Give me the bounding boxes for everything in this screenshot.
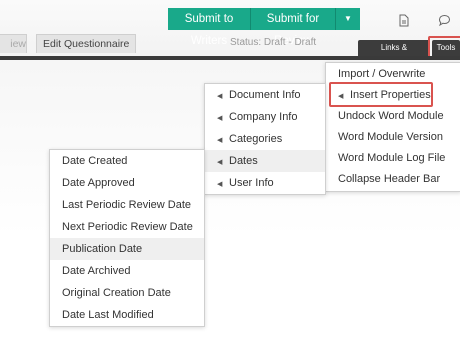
caret-left-icon: ◀ [217,181,223,188]
submit-dropdown-button[interactable]: ▼ [336,8,360,30]
comment-icon[interactable] [438,14,451,30]
properties-submenu: ◀ Document Info ◀ Company Info ◀ Categories… [204,83,326,195]
menu-item-date-approved[interactable]: Date Approved [50,172,204,194]
tab-edit-questionnaire[interactable]: Edit Questionnaire [36,34,137,53]
menu-item-date-created[interactable]: Date Created [50,150,204,172]
menu-item-word-module-log-file[interactable]: Word Module Log File [326,147,460,169]
file-icon[interactable] [398,14,410,30]
caret-left-icon: ◀ [217,93,223,100]
submit-for-review-button[interactable]: Submit for Review [251,8,336,47]
tab-view[interactable]: iew [0,34,27,53]
menu-item-user-info[interactable]: ◀ User Info [205,172,325,194]
caret-left-icon: ◀ [217,115,223,122]
menu-item-date-archived[interactable]: Date Archived [50,260,204,282]
insert-properties-highlight-box [329,82,433,107]
menu-item-original-creation-date[interactable]: Original Creation Date [50,282,204,304]
menu-item-document-info[interactable]: ◀ Document Info [205,84,325,106]
menu-item-categories[interactable]: ◀ Categories [205,128,325,150]
menu-item-last-periodic-review-date[interactable]: Last Periodic Review Date [50,194,204,216]
menu-item-undock-word-module[interactable]: Undock Word Module [326,105,460,127]
submit-to-writers-button[interactable]: Submit to Writers [168,8,251,47]
caret-left-icon: ◀ [217,137,223,144]
menu-item-dates[interactable]: ◀ Dates [205,150,325,172]
menu-item-date-last-modified[interactable]: Date Last Modified [50,304,204,326]
caret-left-icon: ◀ [217,159,223,166]
menu-item-collapse-header-bar[interactable]: Collapse Header Bar [326,168,460,190]
menu-item-publication-date[interactable]: Publication Date [50,238,204,260]
menu-item-company-info[interactable]: ◀ Company Info [205,106,325,128]
menu-item-word-module-version[interactable]: Word Module Version [326,126,460,148]
status-text: Status: Draft - Draft [230,37,317,48]
tab-links-attachments[interactable]: Links & Attachments [358,40,430,68]
dates-submenu: Date Created Date Approved Last Periodic… [49,149,205,327]
menu-item-next-periodic-review-date[interactable]: Next Periodic Review Date [50,216,204,238]
caret-down-icon: ▼ [344,14,352,23]
